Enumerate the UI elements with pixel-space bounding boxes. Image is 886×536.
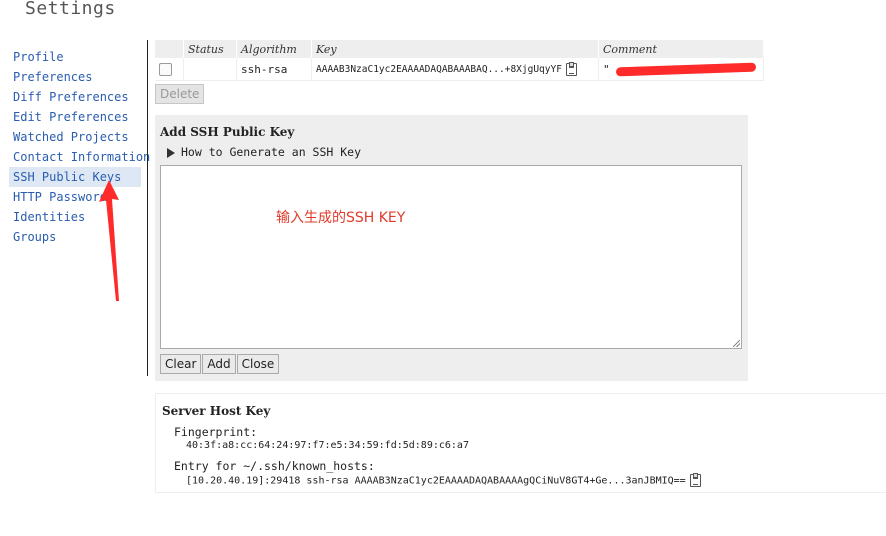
sidebar-item-watched-projects[interactable]: Watched Projects — [9, 127, 141, 147]
resize-grip-icon[interactable] — [733, 340, 740, 347]
status-header: Status — [183, 40, 237, 58]
annotation-text: 输入生成的SSH KEY — [276, 210, 406, 226]
select-cell — [155, 58, 184, 81]
add-ssh-key-panel: Add SSH Public Key How to Generate an SS… — [155, 115, 748, 381]
how-to-generate-label: How to Generate an SSH Key — [181, 145, 362, 159]
sidebar-item-edit-preferences[interactable]: Edit Preferences — [9, 107, 141, 127]
table-header-row: Status Algorithm Key Comment — [155, 40, 764, 58]
fingerprint-value: 40:3f:a8:cc:64:24:97:f7:e5:34:59:fd:5d:8… — [186, 440, 469, 451]
sidebar-divider — [147, 40, 148, 376]
ssh-keys-table: Status Algorithm Key Comment ssh-rsa AAA… — [155, 40, 764, 81]
server-host-key-panel: Server Host Key Fingerprint: 40:3f:a8:cc… — [155, 393, 886, 493]
row-checkbox[interactable] — [159, 62, 172, 76]
expand-triangle-icon — [167, 147, 175, 158]
sidebar-item-contact-information[interactable]: Contact Information — [9, 147, 150, 167]
comment-text: " — [603, 62, 610, 76]
key-cell: AAAAB3NzaC1yc2EAAAADAQABAAABAQ...+8XjgUq… — [311, 58, 599, 81]
sidebar-item-diff-preferences[interactable]: Diff Preferences — [9, 87, 141, 107]
known-hosts-value: [10.20.40.19]:29418 ssh-rsa AAAAB3NzaC1y… — [186, 475, 686, 487]
key-text: AAAAB3NzaC1yc2EAAAADAQABAAABAQ...+8XjgUq… — [316, 63, 562, 75]
clipboard-icon[interactable] — [565, 61, 577, 76]
ssh-key-textarea[interactable]: 输入生成的SSH KEY — [160, 165, 742, 349]
clipboard-icon[interactable] — [689, 473, 701, 487]
page-title: Settings — [25, 0, 116, 19]
add-panel-buttons: Clear Add Close — [160, 354, 280, 374]
comment-header: Comment — [598, 40, 764, 58]
select-header — [155, 40, 184, 58]
key-header: Key — [311, 40, 599, 58]
add-ssh-key-title: Add SSH Public Key — [160, 125, 295, 139]
fingerprint-label: Fingerprint: — [174, 425, 258, 439]
add-button[interactable]: Add — [202, 354, 236, 374]
known-hosts-label: Entry for ~/.ssh/known_hosts: — [174, 459, 375, 473]
close-button[interactable]: Close — [236, 354, 280, 374]
how-to-generate-toggle[interactable]: How to Generate an SSH Key — [167, 145, 361, 159]
known-hosts-entry: [10.20.40.19]:29418 ssh-rsa AAAAB3NzaC1y… — [186, 473, 701, 487]
status-cell — [183, 58, 237, 81]
sidebar-item-profile[interactable]: Profile — [9, 47, 141, 67]
red-arrow-annotation — [99, 180, 119, 301]
redaction-mark — [615, 62, 756, 77]
algorithm-header: Algorithm — [236, 40, 312, 58]
sidebar-item-preferences[interactable]: Preferences — [9, 67, 141, 87]
delete-button[interactable]: Delete — [155, 84, 205, 104]
server-host-key-title: Server Host Key — [162, 404, 271, 418]
algorithm-cell: ssh-rsa — [236, 58, 312, 81]
clear-button[interactable]: Clear — [160, 354, 202, 374]
comment-cell: " — [598, 58, 764, 81]
table-row: ssh-rsa AAAAB3NzaC1yc2EAAAADAQABAAABAQ..… — [155, 58, 764, 81]
